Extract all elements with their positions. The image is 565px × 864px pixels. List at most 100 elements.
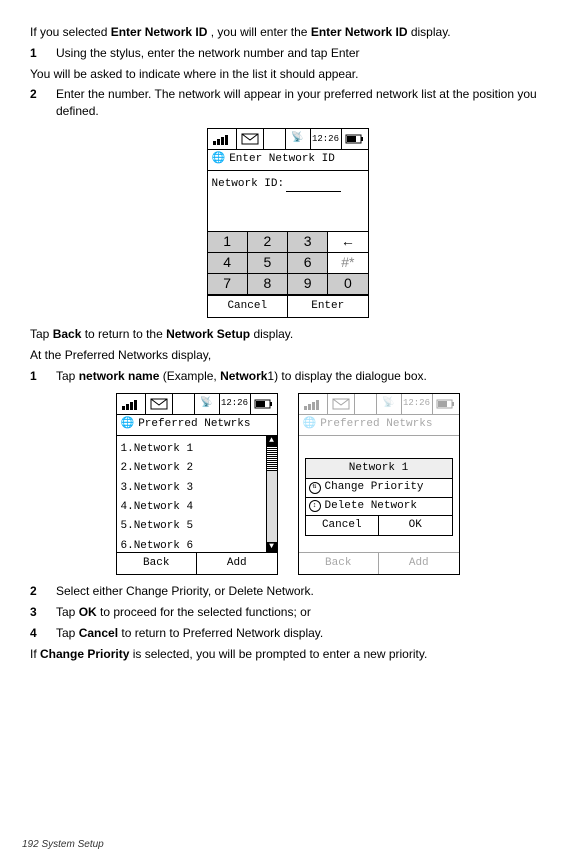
softkeys: Back Add [299,552,459,574]
softkey-back[interactable]: Back [299,553,380,574]
body-area: Network ID: [208,171,368,231]
dialog-cancel-button[interactable]: Cancel [306,516,380,535]
step-2d: 2 Select either Change Priority, or Dele… [30,583,545,600]
network-dialog: Network 1 ⇅ Change Priority ↕ Delete Net… [305,458,453,537]
text: to proceed for the selected functions; o… [97,605,311,619]
title-text: Enter Network ID [229,152,335,167]
clock: 12:26 [402,394,433,414]
list-item[interactable]: 4.Network 4 [121,498,273,517]
text-bold: OK [79,605,97,619]
key-6[interactable]: 6 [288,253,328,274]
step-text: Select either Change Priority, or Delete… [56,583,545,600]
option-label: Change Priority [325,480,424,495]
mail-icon [146,394,173,414]
text-bold: network name [79,369,160,383]
list-item[interactable]: 3.Network 3 [121,479,273,498]
mail-icon [237,129,264,149]
text-bold: Change Priority [40,647,129,661]
text: display. [411,25,451,39]
battery-icon [342,129,368,149]
asked-line: You will be asked to indicate where in t… [30,66,545,83]
key-1[interactable]: 1 [208,232,248,253]
tap-back-line: Tap Back to return to the Network Setup … [30,326,545,343]
step-3d: 3 Tap OK to proceed for the selected fun… [30,604,545,621]
step-text: Tap OK to proceed for the selected funct… [56,604,545,621]
key-5[interactable]: 5 [248,253,288,274]
dialog-buttons: Cancel OK [306,516,452,535]
text: is selected, you will be prompted to ent… [129,647,427,661]
key-3[interactable]: 3 [288,232,328,253]
scroll-thumb[interactable] [267,446,277,471]
key-9[interactable]: 9 [288,274,328,295]
text: , you will enter the [211,25,311,39]
scroll-up-icon[interactable]: ▲ [267,436,277,446]
clock: 12:26 [311,129,342,149]
dialog-ok-button[interactable]: OK [379,516,452,535]
softkey-cancel[interactable]: Cancel [208,296,289,317]
signal-icon [299,394,328,414]
key-0[interactable]: 0 [328,274,367,295]
text: Tap [56,369,79,383]
antenna-icon: 📡 [195,394,220,414]
network-id-input[interactable] [286,191,341,192]
battery-icon [433,394,459,414]
text: Tap [30,327,53,341]
step-1c: 1 Tap network name (Example, Network1) t… [30,368,545,385]
dialog-title: Network 1 [306,459,452,479]
list-item[interactable]: 2.Network 2 [121,459,273,478]
scroll-track[interactable] [267,446,277,542]
option-delete-network[interactable]: ↕ Delete Network [306,498,452,516]
text-bold: Enter Network ID [111,25,208,39]
at-preferred-line: At the Preferred Networks display, [30,347,545,364]
mail-icon [328,394,355,414]
text: If you selected [30,25,111,39]
key-7[interactable]: 7 [208,274,248,295]
text: If [30,647,40,661]
battery-icon [251,394,277,414]
step-number: 1 [30,368,42,385]
option-change-priority[interactable]: ⇅ Change Priority [306,479,452,497]
list-item[interactable]: 5.Network 5 [121,517,273,536]
step-number: 4 [30,625,42,642]
up-down-icon: ⇅ [309,482,321,494]
key-4[interactable]: 4 [208,253,248,274]
network-id-label: Network ID: [212,178,285,190]
softkey-enter[interactable]: Enter [288,296,368,317]
screen-title: 🌐 Preferred Netwrks [299,415,459,436]
status-bar: 📡 12:26 [299,394,459,415]
phone-preferred-dialog: 📡 12:26 🌐 Preferred Netwrks Network 1 ⇅ … [298,393,460,575]
phone-enter-network-id: 📡 12:26 🌐 Enter Network ID Network ID: 1… [207,128,369,318]
dialog-area: Network 1 ⇅ Change Priority ↕ Delete Net… [299,436,459,552]
key-backspace[interactable]: ← [328,232,367,253]
spacer [264,129,286,149]
key-hashstar[interactable]: #* [328,253,367,274]
title-text: Preferred Netwrks [138,417,250,432]
key-8[interactable]: 8 [248,274,288,295]
step-2a: 2 Enter the number. The network will app… [30,86,545,120]
softkey-add[interactable]: Add [379,553,459,574]
text-bold: Network Setup [166,327,250,341]
updown-icon: ↕ [309,500,321,512]
text-bold: Cancel [79,626,118,640]
status-bar: 📡 12:26 [117,394,277,415]
scroll-down-icon[interactable]: ▼ [267,542,277,552]
globe-icon: 🌐 [212,152,226,167]
step-number: 2 [30,583,42,600]
scrollbar[interactable]: ▲ ▼ [266,436,277,552]
text: to return to the [81,327,166,341]
title-text: Preferred Netwrks [320,417,432,432]
text-bold: Network [220,369,267,383]
intro-line: If you selected Enter Network ID , you w… [30,24,545,41]
key-2[interactable]: 2 [248,232,288,253]
spacer [173,394,195,414]
step-text: Tap network name (Example, Network1) to … [56,368,545,385]
step-text: Using the stylus, enter the network numb… [56,45,545,62]
phone-preferred-list: 📡 12:26 🌐 Preferred Netwrks 1.Network 1 … [116,393,278,575]
list-item[interactable]: 1.Network 1 [121,440,273,459]
text: 1) to display the dialogue box. [267,369,426,383]
step-4d: 4 Tap Cancel to return to Preferred Netw… [30,625,545,642]
step-number: 3 [30,604,42,621]
list-item[interactable]: 6.Network 6 [121,537,273,556]
softkeys: Cancel Enter [208,295,368,317]
clock: 12:26 [220,394,251,414]
